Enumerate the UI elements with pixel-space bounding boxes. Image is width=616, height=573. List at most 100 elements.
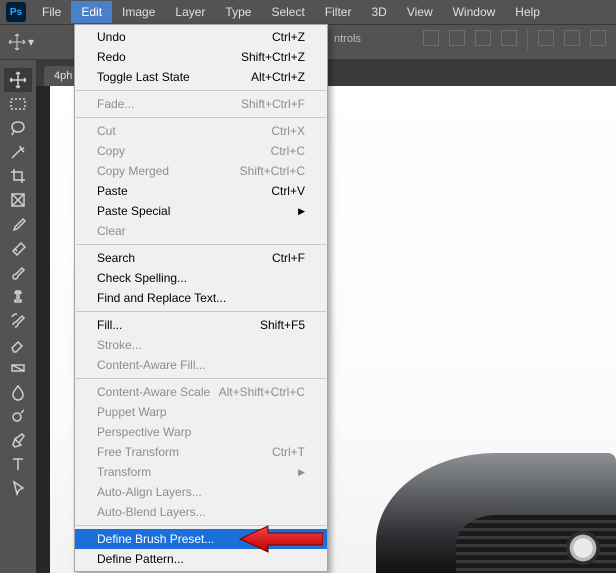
menu-edit[interactable]: Edit xyxy=(71,1,112,23)
menu-item-auto-align-layers: Auto-Align Layers... xyxy=(75,482,327,502)
menu-item-define-brush-preset[interactable]: Define Brush Preset... xyxy=(75,529,327,549)
menu-item-paste[interactable]: Paste Ctrl+V xyxy=(75,181,327,201)
menu-item-label: Cut xyxy=(97,124,116,138)
menu-type[interactable]: Type xyxy=(215,1,261,23)
menu-item-shortcut: Ctrl+T xyxy=(272,445,305,459)
tool-magic-wand[interactable] xyxy=(4,140,32,164)
tool-eraser[interactable] xyxy=(4,332,32,356)
menu-item-cut: Cut Ctrl+X xyxy=(75,121,327,141)
menu-item-label: Transform xyxy=(97,465,151,479)
menu-item-shortcut: Ctrl+F xyxy=(272,251,305,265)
distribute-icon[interactable] xyxy=(590,30,606,46)
menu-item-shortcut: Shift+Ctrl+C xyxy=(240,164,305,178)
menu-item-label: Free Transform xyxy=(97,445,179,459)
menu-help[interactable]: Help xyxy=(505,1,550,23)
menu-item-fade: Fade... Shift+Ctrl+F xyxy=(75,94,327,114)
menu-window[interactable]: Window xyxy=(443,1,506,23)
tool-frame[interactable] xyxy=(4,188,32,212)
menu-item-label: Undo xyxy=(97,30,126,44)
align-icon[interactable] xyxy=(501,30,517,46)
menu-item-label: Define Pattern... xyxy=(97,552,184,566)
menu-item-copy-merged: Copy Merged Shift+Ctrl+C xyxy=(75,161,327,181)
menu-item-search[interactable]: Search Ctrl+F xyxy=(75,248,327,268)
menu-item-label: Check Spelling... xyxy=(97,271,187,285)
menu-item-label: Define Brush Preset... xyxy=(97,532,214,546)
menu-item-paste-special[interactable]: Paste Special▶ xyxy=(75,201,327,221)
edit-menu-dropdown: Undo Ctrl+Z Redo Shift+Ctrl+Z Toggle Last St… xyxy=(74,24,328,572)
align-group xyxy=(423,30,606,50)
align-icon[interactable] xyxy=(449,30,465,46)
menu-select[interactable]: Select xyxy=(261,1,314,23)
distribute-icon[interactable] xyxy=(538,30,554,46)
align-icon[interactable] xyxy=(423,30,439,46)
menu-item-label: Perspective Warp xyxy=(97,425,191,439)
menu-item-shortcut: Shift+Ctrl+Z xyxy=(241,50,305,64)
tool-gradient[interactable] xyxy=(4,356,32,380)
menu-3d[interactable]: 3D xyxy=(361,1,396,23)
menu-item-content-aware-scale: Content-Aware Scale Alt+Shift+Ctrl+C xyxy=(75,382,327,402)
menu-item-shortcut: Ctrl+V xyxy=(271,184,305,198)
menu-item-shortcut: Shift+Ctrl+F xyxy=(241,97,305,111)
menu-item-auto-blend-layers: Auto-Blend Layers... xyxy=(75,502,327,522)
separator xyxy=(527,30,528,50)
tool-eyedropper[interactable] xyxy=(4,212,32,236)
tool-move[interactable] xyxy=(4,68,32,92)
menu-filter[interactable]: Filter xyxy=(315,1,362,23)
submenu-arrow-icon: ▶ xyxy=(298,467,305,478)
menu-item-perspective-warp: Perspective Warp xyxy=(75,422,327,442)
menu-item-shortcut: Ctrl+Z xyxy=(272,30,305,44)
menu-item-label: Redo xyxy=(97,50,126,64)
menu-item-shortcut: Ctrl+C xyxy=(271,144,305,158)
menubar: Ps FileEditImageLayerTypeSelectFilter3DV… xyxy=(0,0,616,24)
menu-item-undo[interactable]: Undo Ctrl+Z xyxy=(75,27,327,47)
menu-item-fill[interactable]: Fill...Shift+F5 xyxy=(75,315,327,335)
move-tool-indicator[interactable]: ▾ xyxy=(8,33,34,51)
tool-path-select[interactable] xyxy=(4,476,32,500)
tool-brush[interactable] xyxy=(4,260,32,284)
tool-healing[interactable] xyxy=(4,236,32,260)
menu-item-label: Paste xyxy=(97,184,128,198)
tools-panel xyxy=(0,60,36,500)
menu-item-stroke: Stroke... xyxy=(75,335,327,355)
menu-item-shortcut: Shift+F5 xyxy=(260,318,305,332)
menu-layer[interactable]: Layer xyxy=(165,1,215,23)
menu-item-label: Copy Merged xyxy=(97,164,169,178)
menu-view[interactable]: View xyxy=(397,1,443,23)
align-icon[interactable] xyxy=(475,30,491,46)
menu-item-label: Content-Aware Fill... xyxy=(97,358,206,372)
menu-item-label: Copy xyxy=(97,144,125,158)
tool-stamp[interactable] xyxy=(4,284,32,308)
menu-item-label: Stroke... xyxy=(97,338,142,352)
menu-item-label: Auto-Blend Layers... xyxy=(97,505,206,519)
menu-item-shortcut: Ctrl+X xyxy=(271,124,305,138)
menu-image[interactable]: Image xyxy=(112,1,165,23)
menu-item-label: Fade... xyxy=(97,97,134,111)
menu-item-label: Auto-Align Layers... xyxy=(97,485,202,499)
menu-item-find-and-replace-text[interactable]: Find and Replace Text... xyxy=(75,288,327,308)
menu-item-check-spelling[interactable]: Check Spelling... xyxy=(75,268,327,288)
menu-item-label: Toggle Last State xyxy=(97,70,190,84)
menu-item-label: Search xyxy=(97,251,135,265)
tool-type[interactable] xyxy=(4,452,32,476)
menu-item-free-transform: Free Transform Ctrl+T xyxy=(75,442,327,462)
distribute-icon[interactable] xyxy=(564,30,580,46)
menu-item-clear: Clear xyxy=(75,221,327,241)
menu-item-label: Find and Replace Text... xyxy=(97,291,226,305)
menu-item-label: Content-Aware Scale xyxy=(97,385,210,399)
menu-item-shortcut: Alt+Ctrl+Z xyxy=(251,70,305,84)
menu-separator xyxy=(76,117,326,118)
tool-blur[interactable] xyxy=(4,380,32,404)
tool-rect-marquee[interactable] xyxy=(4,92,32,116)
menu-item-copy: Copy Ctrl+C xyxy=(75,141,327,161)
tool-dodge[interactable] xyxy=(4,404,32,428)
menu-file[interactable]: File xyxy=(32,1,71,23)
menu-item-toggle-last-state[interactable]: Toggle Last State Alt+Ctrl+Z xyxy=(75,67,327,87)
tool-history-brush[interactable] xyxy=(4,308,32,332)
menu-item-define-pattern[interactable]: Define Pattern... xyxy=(75,549,327,569)
menu-item-shortcut: Alt+Shift+Ctrl+C xyxy=(219,385,305,399)
menu-item-content-aware-fill: Content-Aware Fill... xyxy=(75,355,327,375)
tool-crop[interactable] xyxy=(4,164,32,188)
tool-lasso[interactable] xyxy=(4,116,32,140)
tool-pen[interactable] xyxy=(4,428,32,452)
menu-item-redo[interactable]: Redo Shift+Ctrl+Z xyxy=(75,47,327,67)
